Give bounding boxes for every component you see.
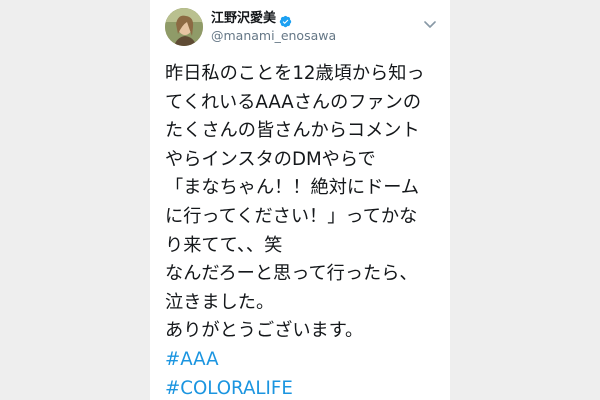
tweet-line: やらインスタのDMやらで	[165, 148, 376, 170]
tweet-line: 昨日私のことを12歳頃から知っ	[165, 63, 425, 84]
avatar[interactable]	[165, 8, 203, 46]
tweet-line: なんだろーと思って行ったら、	[165, 263, 418, 285]
tweet-line: ありがとうございます。	[165, 320, 364, 342]
author-name-row: 江野沢愛美	[211, 11, 292, 27]
tweet-card: 江野沢愛美 @manami_enosawa 昨日私のことを12歳頃から知っ てく…	[150, 0, 450, 400]
hashtag-link[interactable]: #COLORALIFE	[165, 375, 445, 400]
tweet-line: り来てて、、笑	[165, 234, 283, 256]
author-handle[interactable]: @manami_enosawa	[211, 29, 336, 43]
tweet-line: たくさんの皆さんからコメント	[165, 120, 420, 142]
chevron-down-icon[interactable]	[424, 14, 436, 28]
avatar-photo	[165, 8, 203, 46]
tweet-text: 昨日私のことを12歳頃から知っ てくれいるAAAさんのファンの たくさんの皆さん…	[165, 60, 445, 400]
tweet-line: 「まなちゃん！！絶対にドーム	[165, 177, 420, 199]
verified-badge-icon	[279, 13, 292, 27]
tweet-line: 泣きました。	[165, 291, 275, 313]
tweet-line: に行ってください！」ってかな	[165, 205, 418, 227]
hashtag-link[interactable]: #AAA	[165, 346, 445, 375]
tweet-line: てくれいるAAAさんのファンの	[165, 91, 422, 113]
display-name[interactable]: 江野沢愛美	[211, 11, 276, 27]
